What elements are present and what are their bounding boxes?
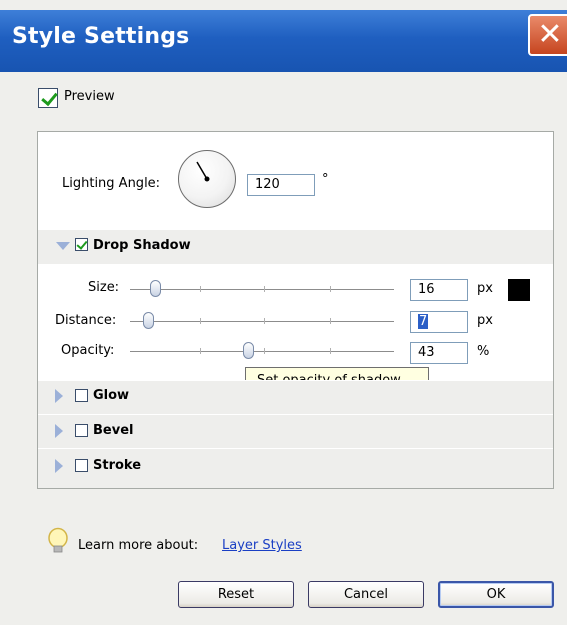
tick — [264, 286, 265, 292]
tick — [330, 348, 331, 354]
lighting-angle-input[interactable]: 120 — [247, 174, 315, 196]
style-settings-dialog: Style Settings ✕ Preview Lighting Angle:… — [0, 0, 567, 625]
glow-checkbox[interactable] — [75, 389, 88, 402]
expand-triangle-icon[interactable] — [55, 389, 63, 403]
learn-more-label: Learn more about: — [78, 538, 199, 553]
preview-label: Preview — [64, 89, 115, 104]
opacity-unit: % — [477, 344, 490, 359]
tick — [330, 286, 331, 292]
drop-shadow-checkbox[interactable] — [75, 238, 88, 251]
opacity-slider-thumb[interactable] — [243, 342, 254, 359]
title-bar: Style Settings ✕ — [0, 10, 567, 72]
tick — [200, 318, 201, 324]
opacity-slider-track[interactable] — [130, 351, 394, 352]
expand-triangle-icon[interactable] — [55, 424, 63, 438]
expand-triangle-icon[interactable] — [56, 242, 70, 250]
distance-slider-track[interactable] — [130, 321, 394, 322]
tick — [200, 348, 201, 354]
bevel-label: Bevel — [93, 423, 134, 438]
tick — [330, 318, 331, 324]
dial-needle-icon — [196, 161, 210, 182]
stroke-checkbox[interactable] — [75, 459, 88, 472]
opacity-input[interactable]: 43 — [410, 342, 468, 364]
distance-input[interactable]: 7 — [410, 311, 468, 333]
degree-symbol: ° — [322, 172, 329, 187]
size-label: Size: — [88, 280, 120, 295]
stroke-label: Stroke — [93, 458, 142, 473]
close-button[interactable]: ✕ — [528, 14, 567, 56]
ok-button[interactable]: OK — [438, 581, 554, 608]
shadow-color-swatch[interactable] — [508, 279, 530, 301]
close-icon: ✕ — [537, 17, 563, 52]
distance-slider-thumb[interactable] — [143, 312, 154, 329]
distance-value: 7 — [418, 314, 429, 329]
layer-styles-link[interactable]: Layer Styles — [222, 538, 302, 553]
tick — [200, 286, 201, 292]
distance-label: Distance: — [55, 313, 117, 328]
lighting-angle-label: Lighting Angle: — [62, 176, 161, 191]
size-slider-thumb[interactable] — [150, 280, 161, 297]
size-input[interactable]: 16 — [410, 279, 468, 301]
expand-triangle-icon[interactable] — [55, 459, 63, 473]
cancel-button[interactable]: Cancel — [308, 581, 424, 608]
window-title: Style Settings — [12, 24, 190, 49]
lighting-angle-dial[interactable] — [178, 150, 236, 208]
size-unit: px — [477, 281, 493, 296]
opacity-label: Opacity: — [61, 343, 115, 358]
lightbulb-icon — [48, 527, 68, 553]
tick — [264, 348, 265, 354]
preview-checkbox[interactable] — [38, 88, 58, 108]
reset-button[interactable]: Reset — [178, 581, 294, 608]
distance-unit: px — [477, 313, 493, 328]
bevel-checkbox[interactable] — [75, 424, 88, 437]
drop-shadow-label: Drop Shadow — [93, 238, 191, 253]
glow-label: Glow — [93, 388, 130, 403]
tick — [264, 318, 265, 324]
size-slider-track[interactable] — [130, 289, 394, 290]
